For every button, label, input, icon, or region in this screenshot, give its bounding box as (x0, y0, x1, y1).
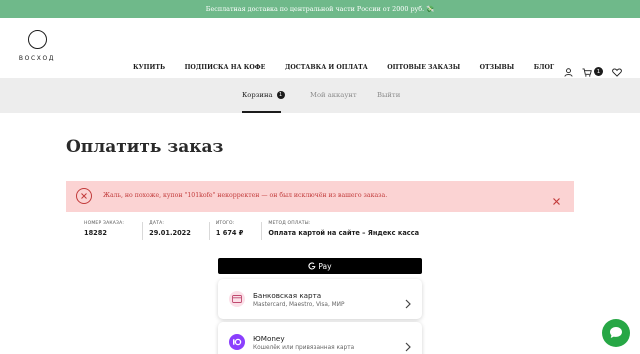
google-pay-label: Pay (318, 261, 332, 271)
tab-cart-label: Корзина (242, 91, 273, 99)
chevron-right-icon (405, 337, 411, 354)
order-number: НОМЕР ЗАКАЗА: 18282 (84, 221, 124, 240)
promo-banner: Бесплатная доставка по центральной части… (0, 0, 640, 18)
order-summary: НОМЕР ЗАКАЗА: 18282 ДАТА: 29.01.2022 ИТО… (84, 221, 437, 240)
promo-text: Бесплатная доставка по центральной части… (205, 5, 435, 13)
cart-count-badge: 1 (594, 67, 603, 76)
order-method-value: Оплата картой на сайте – Яндекс касса (268, 229, 420, 237)
payment-option-title: Банковская карта (253, 291, 322, 300)
logo-circle-icon (27, 30, 47, 49)
payment-option-yoomoney[interactable]: ЮMoney Кошелёк или привязанная карта (218, 322, 422, 354)
active-tab-indicator (242, 111, 281, 113)
page-title: Оплатить заказ (66, 137, 224, 157)
order-number-label: НОМЕР ЗАКАЗА: (84, 221, 125, 226)
payment-option-subtitle: Кошелёк или привязанная карта (253, 345, 355, 351)
order-method: МЕТОД ОПЛАТЫ: Оплата картой на сайте – Я… (268, 221, 419, 240)
chat-bubble-icon (609, 324, 623, 343)
order-total: ИТОГО: 1 674 ₽ (216, 221, 244, 240)
order-method-label: МЕТОД ОПЛАТЫ: (268, 221, 311, 226)
tab-my-account[interactable]: Мой аккаунт (310, 91, 357, 99)
account-tabs: Корзина 1 Мой аккаунт Выйти (0, 78, 640, 113)
order-total-value: 1 674 ₽ (215, 229, 244, 237)
coupon-error-alert: Жаль, но похоже, купон "101kofe" некорре… (66, 181, 574, 212)
order-date: ДАТА: 29.01.2022 (149, 221, 191, 240)
nav-item-blog[interactable]: БЛОГ (534, 64, 554, 71)
payment-option-card[interactable]: Банковская карта Mastercard, Maestro, Vi… (218, 279, 422, 319)
order-total-label: ИТОГО: (215, 221, 235, 226)
main-nav: КУПИТЬ ПОДПИСКА НА КОФЕ ДОСТАВКА И ОПЛАТ… (133, 64, 574, 71)
nav-item-wholesale[interactable]: ОПТОВЫЕ ЗАКАЗЫ (387, 64, 460, 71)
nav-item-delivery[interactable]: ДОСТАВКА И ОПЛАТА (285, 64, 368, 71)
order-date-label: ДАТА: (149, 221, 165, 226)
logo-text: ВОСХОД (18, 55, 56, 62)
yoomoney-icon (229, 334, 245, 350)
chevron-right-icon (405, 294, 411, 313)
close-icon[interactable] (552, 191, 561, 205)
divider (261, 222, 263, 240)
payment-option-subtitle: Mastercard, Maestro, Visa, МИР (253, 302, 345, 308)
divider (208, 222, 210, 240)
tab-cart[interactable]: Корзина 1 (242, 91, 285, 99)
site-header: ВОСХОД КУПИТЬ ПОДПИСКА НА КОФЕ ДОСТАВКА … (0, 18, 640, 78)
nav-item-buy[interactable]: КУПИТЬ (133, 64, 165, 71)
chat-button[interactable] (602, 319, 630, 347)
google-pay-button[interactable]: Pay (218, 258, 422, 274)
payment-option-title: ЮMoney (253, 334, 285, 343)
tab-cart-badge: 1 (276, 91, 285, 99)
tab-logout[interactable]: Выйти (377, 91, 400, 99)
order-number-value: 18282 (84, 229, 107, 237)
order-date-value: 29.01.2022 (149, 229, 191, 237)
nav-item-subscription[interactable]: ПОДПИСКА НА КОФЕ (185, 64, 266, 71)
logo[interactable]: ВОСХОД (17, 30, 57, 62)
google-g-icon (308, 262, 316, 270)
card-icon (229, 291, 245, 307)
divider (142, 222, 144, 240)
error-icon (76, 188, 92, 204)
nav-item-reviews[interactable]: ОТЗЫВЫ (480, 64, 515, 71)
error-message: Жаль, но похоже, купон "101kofe" некорре… (103, 192, 388, 199)
